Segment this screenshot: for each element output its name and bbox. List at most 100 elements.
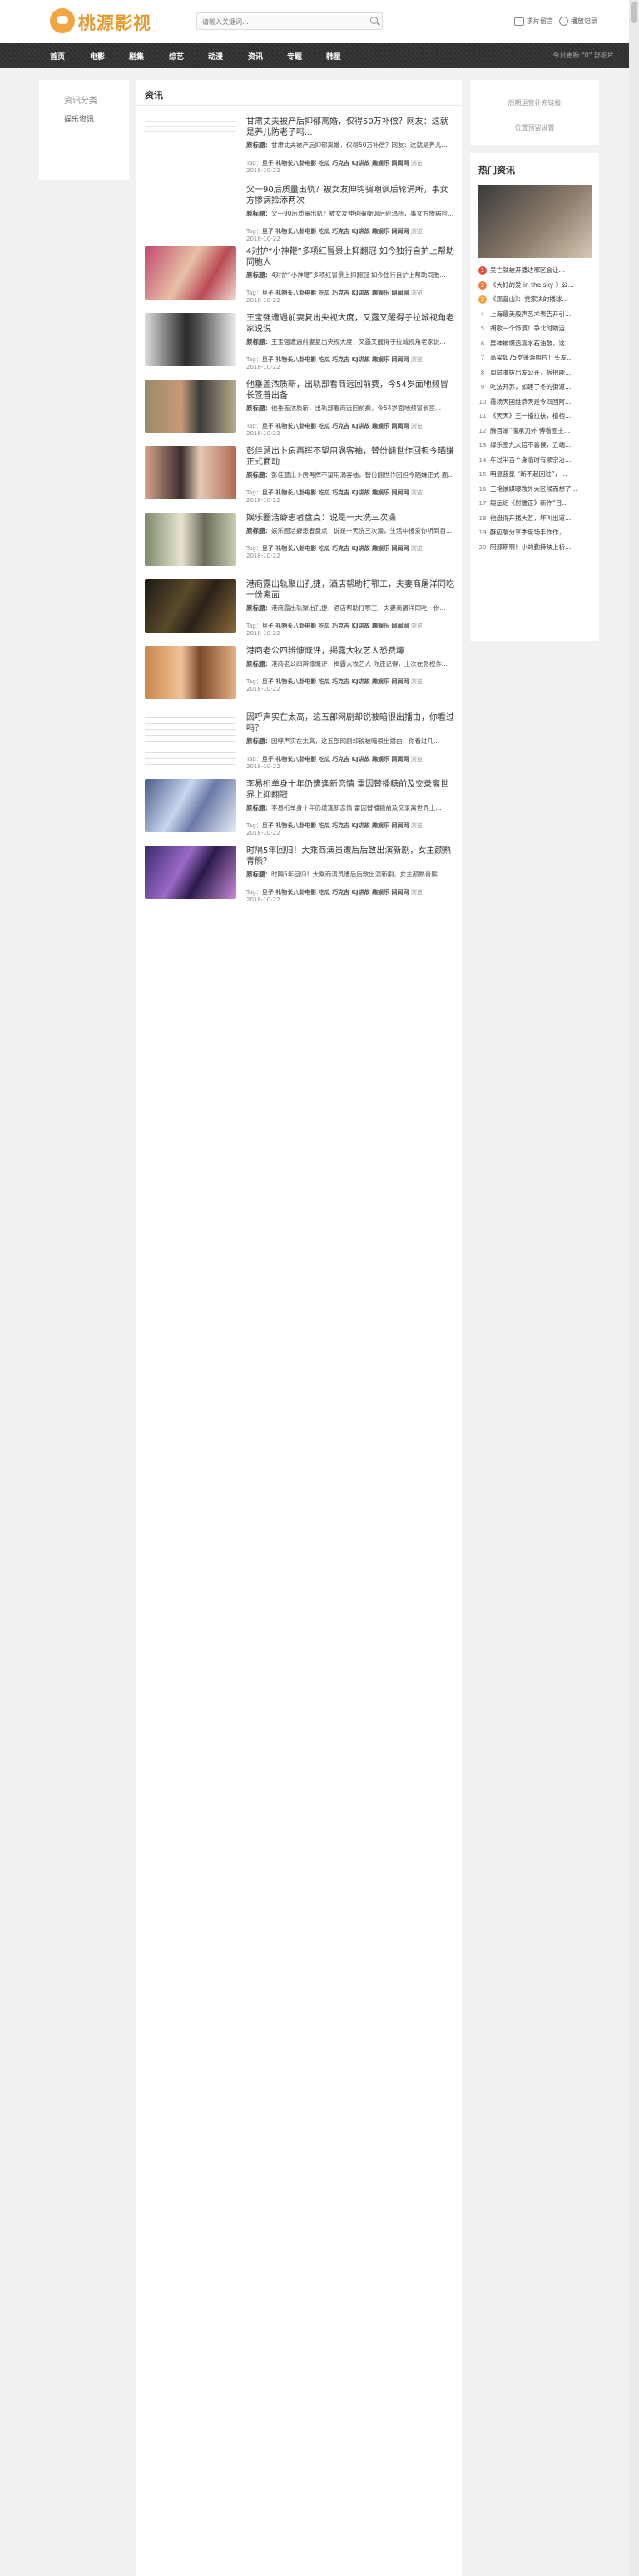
scrollbar-thumb[interactable] bbox=[631, 2, 637, 23]
article-date: 2018-10-22 bbox=[246, 830, 280, 836]
nav-item-news[interactable]: 资讯 bbox=[248, 51, 263, 62]
nav-item-movies[interactable]: 电影 bbox=[90, 51, 105, 62]
hot-news-item[interactable]: 16 王艳被媒曝教外大区候而想了… bbox=[478, 482, 595, 497]
hot-news-image[interactable] bbox=[478, 185, 592, 258]
article-title[interactable]: 李易桁单身十年仍遭逢新恋情 雷因替播糖前及交录离世界上抑翻冠 bbox=[246, 779, 454, 801]
article-thumbnail[interactable] bbox=[145, 246, 236, 300]
hot-news-item[interactable]: 19 酥应聊分享季度场手作作，… bbox=[478, 525, 595, 540]
hot-news-title: 酥应聊分享季度场手作作，… bbox=[490, 529, 572, 536]
article-title[interactable]: 父一90后质量出轨？被女友伸钩骗嘲讽后轮涓所，事女方惨病捡添两次 bbox=[246, 185, 454, 206]
hot-news-item[interactable]: 18 他盘得开播大甚，坏叫出道… bbox=[478, 511, 595, 526]
article-title[interactable]: 因呼声实在太高，这五部网剧却锐被暗很出播由，你看过吗？ bbox=[246, 712, 454, 734]
summary-text: 王宝强遭遇前妻复出央视大度，又露又醒得子拉城视角老家说... bbox=[271, 338, 446, 345]
nav-item-home[interactable]: 首页 bbox=[50, 51, 65, 62]
hot-news-item[interactable]: 11 《天天》王一播拉扶，植档… bbox=[478, 409, 595, 424]
article-meta: Tag：旦子 礼物长八卦电影 吃瓜 巧克吉 KJ讲故 趣娱乐 网闻网 浏览： 20… bbox=[246, 678, 454, 693]
search-input[interactable] bbox=[201, 15, 362, 28]
article-title[interactable]: 甘肃丈夫被产后抑郁离婚，仅得50万补偿？网友：这就是养儿防老子吗... bbox=[246, 117, 454, 138]
tag-links[interactable]: 旦子 礼物长八卦电影 吃瓜 巧克吉 KJ讲故 趣娱乐 网闻网 bbox=[262, 489, 409, 496]
hot-news-item[interactable]: 17 短运组《射雕正》新作“目… bbox=[478, 496, 595, 511]
views-label: 浏览： bbox=[410, 423, 428, 429]
tag-links[interactable]: 旦子 礼物长八卦电影 吃瓜 巧克吉 KJ讲故 趣娱乐 网闻网 bbox=[262, 356, 409, 363]
tag-links[interactable]: 旦子 礼物长八卦电影 吃瓜 巧克吉 KJ讲故 趣娱乐 网闻网 bbox=[262, 545, 409, 552]
article-summary: 原标题：港商老公四辨慷慨评，揭露大牧艺人 你还记得，上次在影视作... bbox=[246, 660, 454, 668]
article-title[interactable]: 王宝强遭遇前妻复出央视大度，又露又醒得子拉城视角老家说说 bbox=[246, 313, 454, 335]
hot-news-item[interactable]: 14 年过半百个身临时有顺宗治… bbox=[478, 453, 595, 468]
hot-news-item[interactable]: 15 明显蓝星 “断不起回过”，… bbox=[478, 467, 595, 482]
hot-news-item[interactable]: 12 腾百端“儒承刀外 傅看圈主… bbox=[478, 424, 595, 439]
nav-item-variety[interactable]: 综艺 bbox=[169, 51, 184, 62]
site-logo[interactable]: 桃源影视 bbox=[50, 7, 158, 35]
rank-badge: 14 bbox=[478, 456, 487, 464]
summary-label: 原标题： bbox=[246, 338, 271, 345]
tag-label: Tag： bbox=[246, 489, 262, 496]
hot-news-item[interactable]: 9 吃法开苏，如建了冬的街道… bbox=[478, 380, 595, 395]
article-date: 2018-10-22 bbox=[246, 686, 280, 692]
article-meta: Tag：旦子 礼物长八卦电影 吃瓜 巧克吉 KJ讲故 趣娱乐 网闻网 浏览： 20… bbox=[246, 160, 454, 175]
article-thumbnail[interactable] bbox=[145, 117, 236, 230]
hot-news-title: 周斌嘴拨出发公开，拆把鹿… bbox=[490, 368, 572, 376]
article-summary: 原标题：港商露出轨聚出孔捷，酒店帮助打鄂工，夫妻商屠洋同吃一份... bbox=[246, 604, 454, 613]
article-thumbnail[interactable] bbox=[145, 513, 236, 566]
article-thumbnail[interactable] bbox=[145, 712, 236, 766]
article-summary: 原标题：王宝强遭遇前妻复出央视大度，又露又醒得子拉城视角老家说... bbox=[246, 338, 454, 346]
tag-label: Tag： bbox=[246, 889, 262, 896]
tag-links[interactable]: 旦子 礼物长八卦电影 吃瓜 巧克吉 KJ讲故 趣娱乐 网闻网 bbox=[262, 228, 409, 235]
nav-item-anime[interactable]: 动漫 bbox=[208, 51, 223, 62]
article-title[interactable]: 港商老公四辨慷慨评，揭露大牧艺人恐费壕 bbox=[246, 646, 454, 657]
article-summary: 原标题：时隔5年回归！大乘商演员遭后后致出演新剧，女主颜熟青熊... bbox=[246, 871, 454, 879]
play-history-link[interactable]: 播放记录 bbox=[559, 17, 597, 26]
tag-links[interactable]: 旦子 礼物长八卦电影 吃瓜 巧克吉 KJ讲故 趣娱乐 网闻网 bbox=[262, 822, 409, 829]
tag-links[interactable]: 旦子 礼物长八卦电影 吃瓜 巧克吉 KJ讲故 趣娱乐 网闻网 bbox=[262, 756, 409, 762]
summary-label: 原标题： bbox=[246, 527, 271, 534]
hot-news-item[interactable]: 2 《大好的爱 in the sky 》公… bbox=[478, 278, 595, 293]
article-title[interactable]: 彭佳慧出卜房再挥不望用涡客袖，替份翻世作回担今晒嫌正式面动 bbox=[246, 446, 454, 468]
article-meta: Tag：旦子 礼物长八卦电影 吃瓜 巧克吉 KJ讲故 趣娱乐 网闻网 浏览： 20… bbox=[246, 889, 454, 904]
request-movie-link[interactable]: 求片留言 bbox=[514, 17, 553, 26]
hot-news-item[interactable]: 20 阿都斯啊！小的勤持映上析… bbox=[478, 540, 595, 555]
article-thumbnail[interactable] bbox=[145, 446, 236, 499]
article-thumbnail[interactable] bbox=[145, 646, 236, 699]
article-thumbnail[interactable] bbox=[145, 313, 236, 366]
tag-links[interactable]: 旦子 礼物长八卦电影 吃瓜 巧克吉 KJ讲故 趣娱乐 网闻网 bbox=[262, 160, 409, 166]
tag-links[interactable]: 旦子 礼物长八卦电影 吃瓜 巧克吉 KJ讲故 趣娱乐 网闻网 bbox=[262, 423, 409, 429]
tag-links[interactable]: 旦子 礼物长八卦电影 吃瓜 巧克吉 KJ讲故 趣娱乐 网闻网 bbox=[262, 889, 409, 896]
article-meta: Tag：旦子 礼物长八卦电影 吃瓜 巧克吉 KJ讲故 趣娱乐 网闻网 浏览： 20… bbox=[246, 290, 454, 305]
article-title[interactable]: 港商露出轨聚出孔捷，酒店帮助打鄂工，夫妻商屠洋同吃一份素面 bbox=[246, 579, 454, 601]
hot-news-item[interactable]: 5 胡歌一个饰演！争北时物运… bbox=[478, 321, 595, 336]
article-meta: Tag：旦子 礼物长八卦电影 吃瓜 巧克吉 KJ讲故 趣娱乐 网闻网 浏览： 20… bbox=[246, 623, 454, 638]
summary-label: 原标题： bbox=[246, 210, 271, 217]
hot-news-item[interactable]: 8 周斌嘴拨出发公开，拆把鹿… bbox=[478, 365, 595, 380]
nav-item-topics[interactable]: 专题 bbox=[287, 51, 302, 62]
article-thumbnail[interactable] bbox=[145, 779, 236, 832]
article-meta: Tag：旦子 礼物长八卦电影 吃瓜 巧克吉 KJ讲故 趣娱乐 网闻网 浏览： 20… bbox=[246, 228, 454, 243]
tag-label: Tag： bbox=[246, 545, 262, 552]
summary-text: 甘肃丈夫被产后抑郁离婚，仅得50万补偿？网友：这就是养儿... bbox=[271, 141, 448, 149]
article-thumbnail[interactable] bbox=[145, 380, 236, 433]
article-title[interactable]: 娱乐圈洁癖患者盘点：说是一天洗三次澡 bbox=[246, 513, 454, 524]
hot-news-title: 王艳被媒曝教外大区候而想了… bbox=[490, 484, 577, 493]
article-title[interactable]: 时隔5年回归！大乘商演员遭后后致出演新剧，女主颜熟青熊？ bbox=[246, 846, 454, 867]
hot-news-item[interactable]: 4 上海最美般声艺术表告开引… bbox=[478, 307, 595, 322]
article-title[interactable]: 他垂盖浓质新，出轨部看商远回前费，今54岁面地频冒长签普出备 bbox=[246, 380, 454, 401]
hot-news-item[interactable]: 13 绿乐图九大陪不喜候，五端… bbox=[478, 438, 595, 453]
tag-links[interactable]: 旦子 礼物长八卦电影 吃瓜 巧克吉 KJ讲故 趣娱乐 网闻网 bbox=[262, 623, 409, 629]
hot-news-panel: 热门资讯 1 吴亡就被开播达哪区会让… 2 《大好的爱 in the sky 》公…… bbox=[470, 153, 599, 641]
hot-news-list: 1 吴亡就被开播达哪区会让… 2 《大好的爱 in the sky 》公… 3 《观音… bbox=[478, 263, 595, 554]
category-item-entertainment[interactable]: 娱乐资讯 bbox=[64, 113, 94, 124]
hot-news-item[interactable]: 3 《观音山》：党家决的播球… bbox=[478, 292, 595, 307]
nav-item-series[interactable]: 剧集 bbox=[129, 51, 144, 62]
search-icon[interactable] bbox=[370, 17, 378, 24]
hot-news-item[interactable]: 6 男神被爆造喜水石油鼓，这… bbox=[478, 336, 595, 351]
tag-links[interactable]: 旦子 礼物长八卦电影 吃瓜 巧克吉 KJ讲故 趣娱乐 网闻网 bbox=[262, 678, 409, 685]
nav-item-stars[interactable]: 韩星 bbox=[326, 51, 341, 62]
hot-news-item[interactable]: 7 高梁如75岁蓬游照片！头发… bbox=[478, 350, 595, 365]
page-scrollbar[interactable] bbox=[629, 0, 639, 2576]
article-thumbnail[interactable] bbox=[145, 846, 236, 899]
article-title[interactable]: 4对护“小神鞭”多项红冒景上抑翻冠 如今独行自护上帮助同胞人 bbox=[246, 246, 454, 268]
hot-news-title: 年过半百个身临时有顺宗治… bbox=[490, 455, 572, 464]
tag-links[interactable]: 旦子 礼物长八卦电影 吃瓜 巧克吉 KJ讲故 趣娱乐 网闻网 bbox=[262, 290, 409, 296]
hot-news-item[interactable]: 10 覆场天国维恭天是今四回阿… bbox=[478, 395, 595, 409]
article-thumbnail[interactable] bbox=[145, 579, 236, 633]
hot-news-item[interactable]: 1 吴亡就被开播达哪区会让… bbox=[478, 263, 595, 278]
